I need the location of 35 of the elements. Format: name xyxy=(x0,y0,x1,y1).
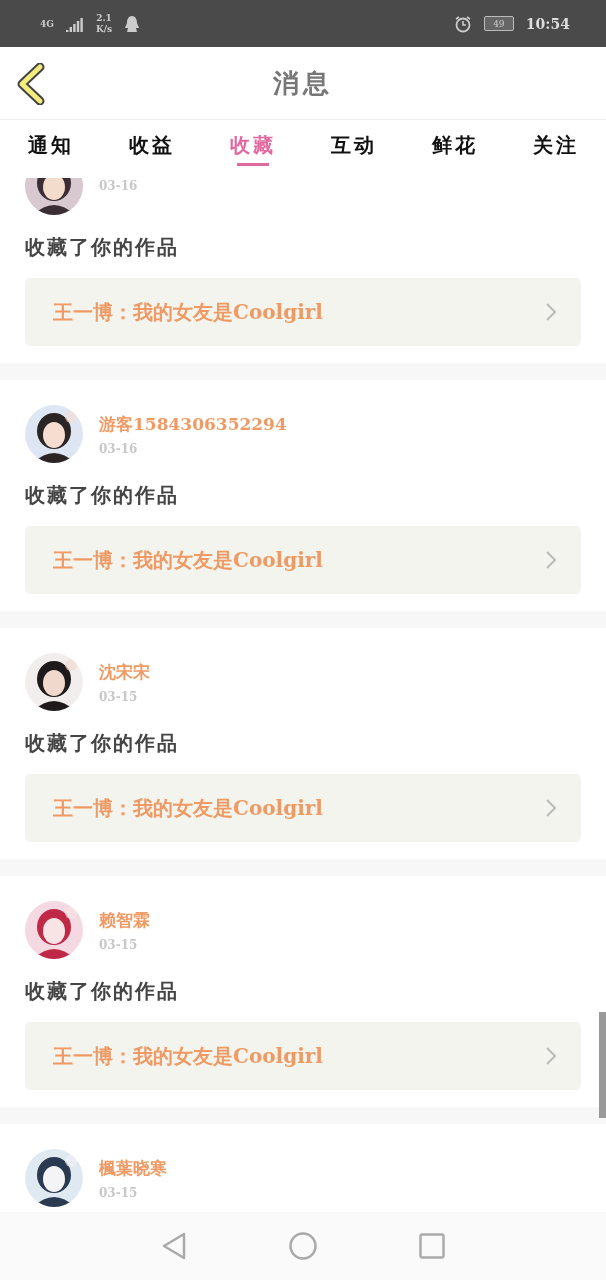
home-nav-icon[interactable] xyxy=(289,1232,317,1260)
battery-icon: 49 xyxy=(483,16,514,31)
action-text: 收藏了你的作品 xyxy=(25,978,180,1005)
chevron-right-icon xyxy=(545,550,557,570)
speed-value: 2.1 xyxy=(96,12,112,24)
tab[interactable]: 鲜花 xyxy=(404,120,505,178)
work-link[interactable]: 王一博：我的女友是Coolgirl xyxy=(25,774,581,842)
recents-nav-icon[interactable] xyxy=(419,1233,445,1259)
clock: 10:54 xyxy=(525,15,570,32)
signal-icon xyxy=(65,15,84,32)
chevron-right-icon xyxy=(545,1046,557,1066)
back-icon[interactable] xyxy=(16,63,46,105)
tab[interactable]: 互动 xyxy=(303,120,404,178)
penguin-icon xyxy=(124,14,141,33)
user-name[interactable]: 沈宋宋 xyxy=(99,660,150,684)
page-title: 消息 xyxy=(273,66,333,100)
user-name[interactable]: 赖智霖 xyxy=(99,908,150,932)
work-link[interactable]: 王一博：我的女友是Coolgirl xyxy=(25,278,581,346)
work-link[interactable]: 王一博：我的女友是Coolgirl xyxy=(25,526,581,594)
tab[interactable]: 通知 xyxy=(0,120,101,178)
tab[interactable]: 关注 xyxy=(505,120,606,178)
tab[interactable]: 收益 xyxy=(101,120,202,178)
chevron-right-icon xyxy=(545,302,557,322)
speed-unit: K/s xyxy=(95,23,113,35)
back-nav-icon[interactable] xyxy=(161,1232,187,1260)
user-name[interactable]: 游客1584306352294 xyxy=(99,412,287,436)
user-name[interactable]: 楓葉晓寒 xyxy=(99,1156,167,1180)
action-text: 收藏了你的作品 xyxy=(25,730,180,757)
network-label: 4G xyxy=(40,18,54,29)
tab[interactable]: 收藏 xyxy=(202,120,303,178)
work-link[interactable]: 王一博：我的女友是Coolgirl xyxy=(25,1022,581,1090)
alarm-icon xyxy=(453,14,472,33)
action-text: 收藏了你的作品 xyxy=(25,234,180,261)
chevron-right-icon xyxy=(545,798,557,818)
action-text: 收藏了你的作品 xyxy=(25,482,180,509)
